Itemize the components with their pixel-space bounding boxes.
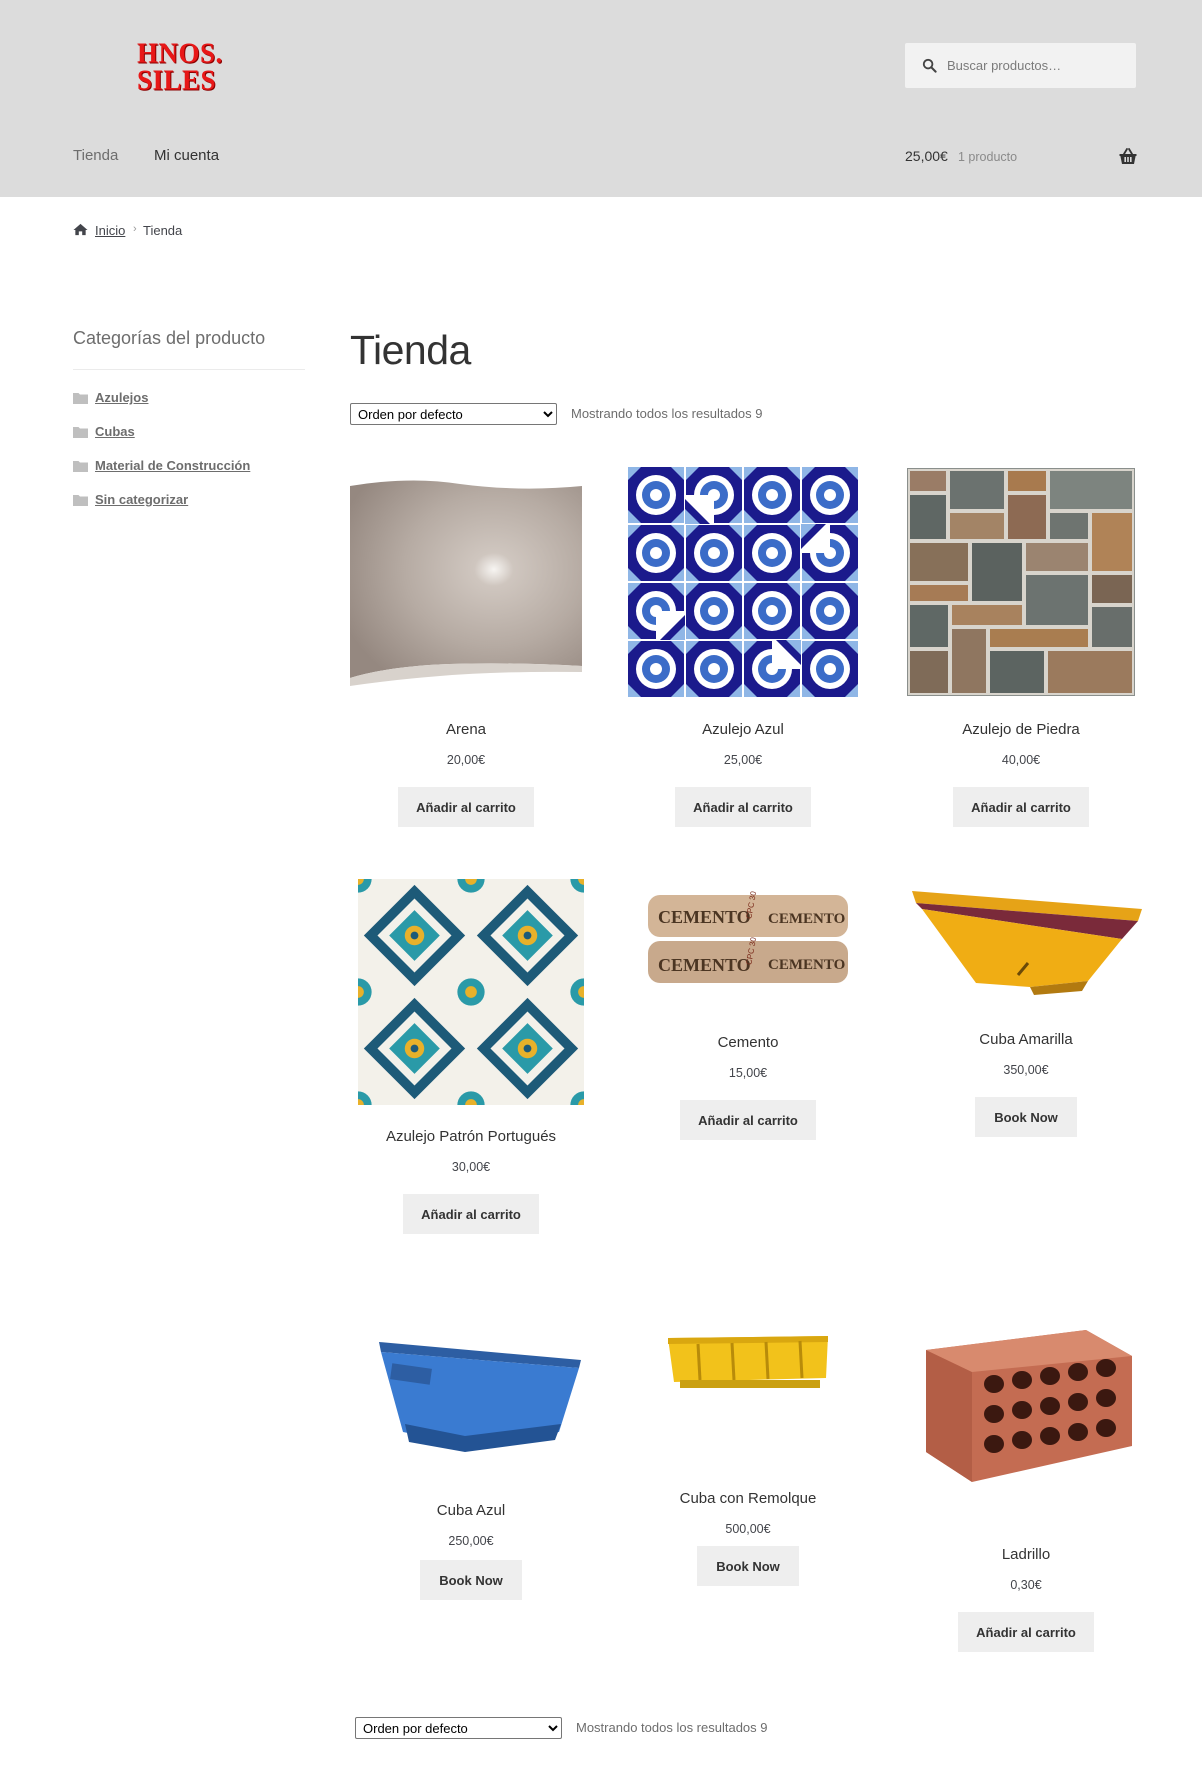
add-to-cart-button[interactable]: Añadir al carrito [958, 1612, 1094, 1652]
bag-label-text: CEMENTO [658, 907, 751, 927]
category-link-material-construccion[interactable]: Material de Construcción [95, 458, 250, 473]
product-title[interactable]: Ladrillo [910, 1546, 1142, 1563]
category-link-azulejos[interactable]: Azulejos [95, 390, 148, 405]
category-item: Material de Construcción [73, 458, 305, 492]
add-to-cart-button[interactable]: Añadir al carrito [953, 787, 1089, 827]
portuguese-tile-image[interactable] [355, 879, 587, 1105]
product-card-arena: Arena 20,00€ Añadir al carrito [350, 466, 582, 831]
breadcrumb-separator: › [133, 223, 137, 235]
book-now-button[interactable]: Book Now [697, 1546, 799, 1586]
cement-bags-image[interactable]: CEMENTO CEMENTO CEMENTO CEMENTO CPC 30 C… [632, 879, 864, 999]
header-cart[interactable]: 25,00€ 1 producto [905, 148, 1137, 168]
product-price: 350,00€ [1003, 1063, 1049, 1077]
cart-count: 1 producto [958, 150, 1018, 164]
product-title[interactable]: Azulejo Patrón Portugués [355, 1128, 587, 1145]
orderby-select[interactable]: Orden por defecto [355, 1717, 562, 1739]
yellow-skip-image[interactable] [910, 879, 1142, 999]
nav-link-mi-cuenta[interactable]: Mi cuenta [154, 147, 219, 164]
folder-icon [73, 393, 88, 404]
product-search [905, 43, 1136, 88]
product-price: 250,00€ [448, 1534, 494, 1548]
product-title[interactable]: Cemento [632, 1034, 864, 1051]
product-card-cemento: CEMENTO CEMENTO CEMENTO CEMENTO CPC 30 C… [632, 879, 864, 1140]
category-item: Cubas [73, 424, 305, 458]
product-price: 0,30€ [1010, 1578, 1042, 1592]
result-count: Mostrando todos los resultados 9 [576, 1720, 768, 1735]
category-item: Azulejos [73, 390, 305, 424]
page-title: Tienda [350, 327, 471, 373]
product-title[interactable]: Azulejo Azul [627, 721, 859, 738]
folder-icon [73, 427, 88, 438]
nav-link-tienda[interactable]: Tienda [73, 147, 118, 164]
product-title[interactable]: Azulejo de Piedra [905, 721, 1137, 738]
yellow-trailer-skip-image[interactable] [632, 1322, 864, 1452]
category-link-sin-categorizar[interactable]: Sin categorizar [95, 492, 188, 507]
blue-skip-image[interactable] [355, 1322, 587, 1462]
blue-tile-image[interactable] [627, 466, 859, 698]
product-card-azulejo-azul: Azulejo Azul 25,00€ Añadir al carrito [627, 466, 859, 831]
product-price: 20,00€ [446, 753, 486, 767]
stone-tile-image[interactable] [905, 466, 1137, 698]
product-title[interactable]: Cuba Azul [355, 1502, 587, 1519]
search-icon [922, 58, 937, 73]
product-title[interactable]: Cuba con Remolque [632, 1490, 864, 1507]
result-count: Mostrando todos los resultados 9 [571, 406, 763, 421]
product-card-cuba-amarilla: Cuba Amarilla 350,00€ Book Now [910, 879, 1142, 1139]
folder-icon [73, 461, 88, 472]
folder-icon [73, 495, 88, 506]
product-card-ladrillo: Ladrillo 0,30€ Añadir al carrito [910, 1322, 1142, 1652]
product-price: 500,00€ [725, 1522, 771, 1536]
product-card-azulejo-portugues: Azulejo Patrón Portugués 30,00€ Añadir a… [355, 879, 587, 1234]
logo-line-2: SILES [137, 64, 217, 96]
product-card-cuba-azul: Cuba Azul 250,00€ Book Now [355, 1322, 587, 1602]
add-to-cart-button[interactable]: Añadir al carrito [675, 787, 811, 827]
add-to-cart-button[interactable]: Añadir al carrito [403, 1194, 539, 1234]
sidebar-title: Categorías del producto [73, 328, 305, 370]
product-title[interactable]: Arena [350, 721, 582, 738]
bag-label-text: CEMENTO [658, 955, 751, 975]
orderby-select[interactable]: Orden por defecto [350, 403, 557, 425]
shopping-basket-icon [1119, 148, 1137, 164]
sand-bag-image[interactable] [350, 466, 582, 698]
add-to-cart-button[interactable]: Añadir al carrito [680, 1100, 816, 1140]
product-card-azulejo-piedra: Azulejo de Piedra 40,00€ Añadir al carri… [905, 466, 1137, 831]
bag-label-text: CEMENTO [768, 957, 845, 973]
category-list: Azulejos Cubas Material de Construcción … [73, 390, 305, 526]
category-link-cubas[interactable]: Cubas [95, 424, 135, 439]
breadcrumb-home-link[interactable]: Inicio [95, 223, 125, 238]
product-price: 25,00€ [723, 753, 763, 767]
book-now-button[interactable]: Book Now [975, 1097, 1077, 1137]
bag-label-text: CEMENTO [768, 911, 845, 927]
category-item: Sin categorizar [73, 492, 305, 526]
site-logo[interactable]: HNOS. SILES [137, 39, 237, 100]
product-price: 30,00€ [451, 1160, 491, 1174]
breadcrumb-current: Tienda [143, 223, 183, 238]
site-header: HNOS. SILES Tienda Mi cuenta 25,00€ 1 pr… [0, 0, 1202, 197]
product-card-cuba-remolque: Cuba con Remolque 500,00€ Book Now [632, 1322, 864, 1592]
home-icon [73, 223, 88, 236]
product-price: 15,00€ [728, 1066, 768, 1080]
brick-image[interactable] [910, 1322, 1142, 1512]
sidebar: Categorías del producto Azulejos Cubas M… [73, 328, 305, 526]
book-now-button[interactable]: Book Now [420, 1560, 522, 1600]
cart-amount: 25,00€ [905, 148, 948, 164]
product-price: 40,00€ [1001, 753, 1041, 767]
product-title[interactable]: Cuba Amarilla [910, 1031, 1142, 1048]
search-input[interactable] [941, 43, 1131, 88]
add-to-cart-button[interactable]: Añadir al carrito [398, 787, 534, 827]
